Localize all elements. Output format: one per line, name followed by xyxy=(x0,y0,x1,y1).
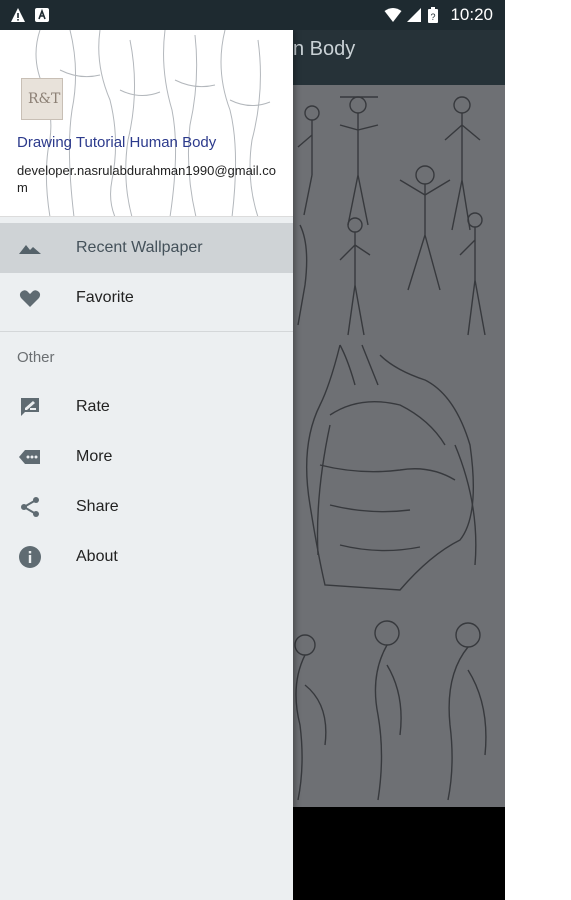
menu-item-more[interactable]: More xyxy=(0,432,293,482)
warning-icon xyxy=(10,7,26,23)
drawer-app-title: Drawing Tutorial Human Body xyxy=(17,134,217,151)
info-icon xyxy=(18,545,42,569)
heart-icon xyxy=(18,286,42,310)
menu-item-label: Share xyxy=(76,498,119,515)
menu-item-rate[interactable]: Rate xyxy=(0,382,293,432)
app-logo: R&T xyxy=(21,78,63,120)
section-title-other: Other xyxy=(17,348,55,366)
share-icon xyxy=(18,495,42,519)
navigation-drawer: R&T Drawing Tutorial Human Body develope… xyxy=(0,30,293,900)
wifi-icon xyxy=(384,7,402,23)
more-icon xyxy=(18,445,42,469)
menu-item-label: About xyxy=(76,548,118,565)
menu-item-share[interactable]: Share xyxy=(0,482,293,532)
battery-icon: ? xyxy=(428,7,444,23)
svg-text:?: ? xyxy=(431,12,436,22)
app-logo-text: R&T xyxy=(28,91,61,107)
menu-item-about[interactable]: About xyxy=(0,532,293,582)
menu-item-label: Rate xyxy=(76,398,110,415)
menu-item-recent-wallpaper[interactable]: Recent Wallpaper xyxy=(0,223,293,273)
status-time: 10:20 xyxy=(450,5,493,24)
rate-review-icon xyxy=(18,395,42,419)
notification-a-icon xyxy=(34,7,50,23)
app-bar-title: n Body xyxy=(293,38,356,60)
menu-item-label: More xyxy=(76,448,113,465)
landscape-icon xyxy=(18,236,42,260)
cellular-icon xyxy=(406,7,422,23)
status-bar: ? 10:20 xyxy=(0,0,505,30)
menu-item-favorite[interactable]: Favorite xyxy=(0,273,293,323)
menu-item-label: Favorite xyxy=(76,289,134,306)
drawer-header: R&T Drawing Tutorial Human Body develope… xyxy=(0,30,293,217)
menu-item-label: Recent Wallpaper xyxy=(76,239,203,256)
drawer-menu: Recent Wallpaper Favorite Other Rate Mor… xyxy=(0,223,293,582)
phone-screen: ? 10:20 n Body R&T Drawing Tutorial Huma… xyxy=(0,0,505,900)
drawer-email: developer.nasrulabdurahman1990@gmail.com xyxy=(17,163,276,195)
